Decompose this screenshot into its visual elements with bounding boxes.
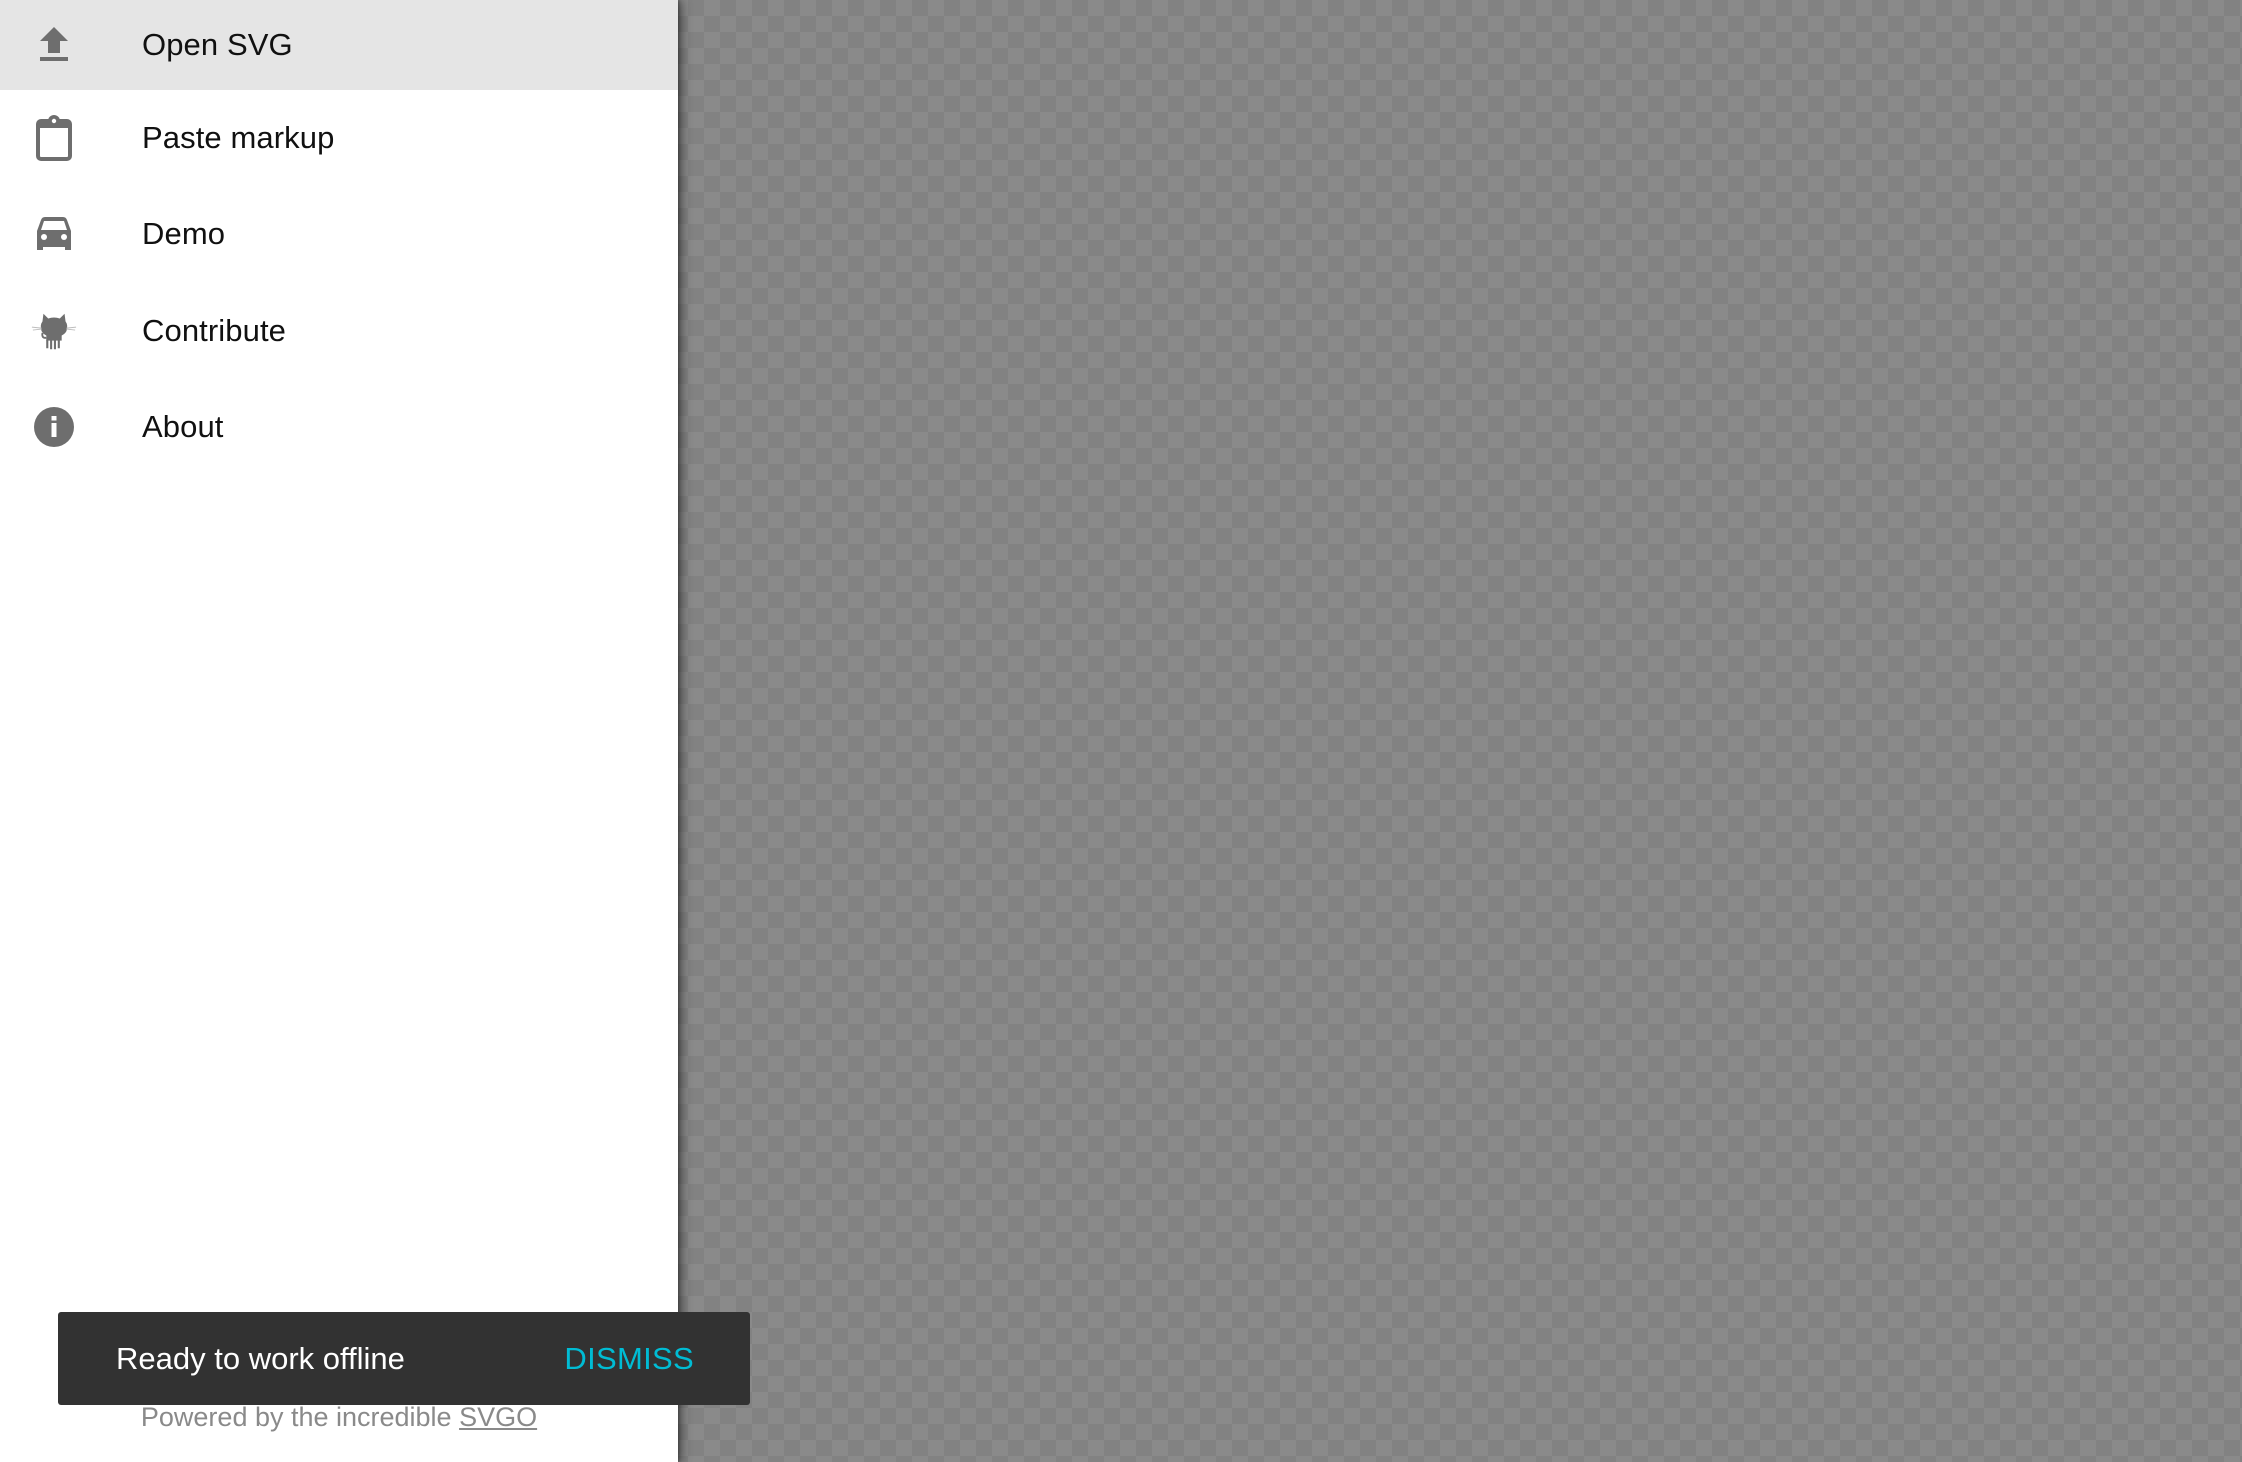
car-icon (30, 210, 78, 258)
powered-by-footer: Powered by the incredible SVGO (0, 1402, 678, 1433)
menu-item-label: Demo (142, 216, 226, 251)
menu-item-paste-markup[interactable]: Paste markup (0, 90, 678, 186)
menu-item-label: About (142, 409, 224, 444)
menu-item-about[interactable]: About (0, 379, 678, 475)
menu-item-label: Contribute (142, 313, 287, 348)
side-drawer: Open SVG Paste markup Demo Contribute Ab… (0, 0, 678, 1462)
dismiss-button[interactable]: DISMISS (564, 1341, 694, 1377)
menu-item-label: Open SVG (142, 27, 293, 62)
upload-icon (30, 21, 78, 69)
info-icon (30, 403, 78, 451)
clipboard-icon (30, 114, 78, 162)
menu-item-label: Paste markup (142, 120, 335, 155)
snackbar-message: Ready to work offline (116, 1340, 405, 1376)
menu-item-demo[interactable]: Demo (0, 186, 678, 282)
menu-item-open-svg[interactable]: Open SVG (0, 0, 678, 90)
menu-item-contribute[interactable]: Contribute (0, 283, 678, 379)
svgo-link[interactable]: SVGO (459, 1402, 537, 1432)
offline-snackbar: Ready to work offline DISMISS (58, 1312, 750, 1405)
powered-by-text: Powered by the incredible (140, 1402, 460, 1432)
github-octocat-icon (30, 307, 78, 355)
